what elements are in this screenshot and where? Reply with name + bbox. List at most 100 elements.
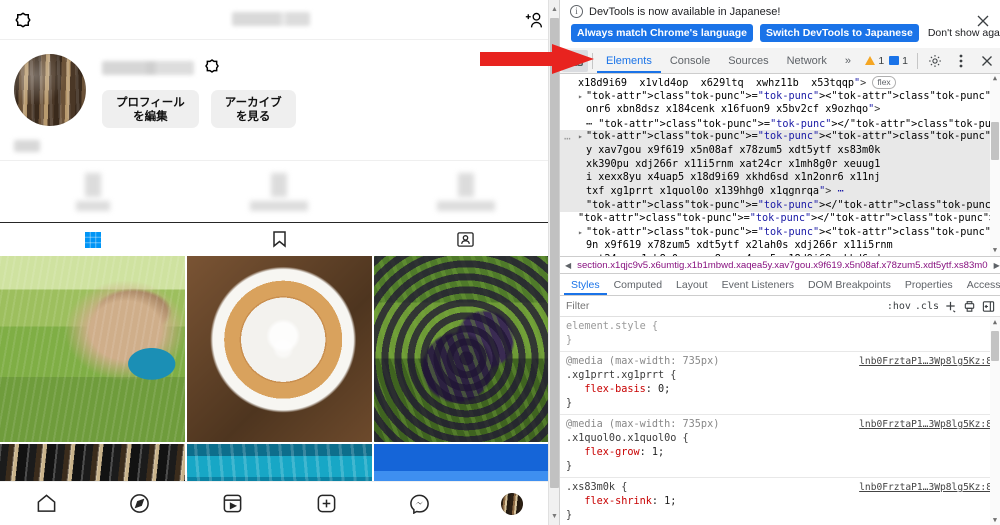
styles-scrollbar-thumb[interactable] — [991, 331, 999, 361]
gear-icon[interactable] — [922, 50, 948, 72]
stylesheet-source-link[interactable]: lnb0FrztaP1…3Wp8lg5Kz:8 — [859, 418, 992, 432]
css-selector[interactable]: .x1quol0o.x1quol0o { — [566, 432, 994, 446]
always-match-language-button[interactable]: Always match Chrome's language — [571, 24, 753, 42]
post-latte[interactable] — [187, 256, 372, 442]
dom-node-line[interactable]: ▸ "tok-attr">class"tok-punc">="tok-punc">… — [560, 130, 1000, 144]
tree-scrollbar-thumb[interactable] — [991, 122, 999, 160]
dom-node-line[interactable]: y xav7gou x9f619 x5n08af x78zum5 xdt5ytf… — [560, 143, 1000, 158]
nav-create[interactable] — [280, 493, 373, 514]
tab-event-listeners[interactable]: Event Listeners — [715, 274, 801, 295]
plus-square-icon — [317, 494, 335, 513]
tab-properties[interactable]: Properties — [898, 274, 960, 295]
banner-close-icon[interactable] — [976, 14, 992, 30]
css-rule[interactable]: lnb0FrztaP1…3Wp8lg5Kz:8 @media (max-width… — [560, 352, 1000, 415]
stylesheet-source-link[interactable]: lnb0FrztaP1…3Wp8lg5Kz:8 — [859, 481, 992, 495]
post-grid — [0, 256, 559, 504]
message-badge[interactable]: 1 — [889, 55, 908, 67]
nav-profile[interactable] — [466, 492, 559, 515]
expand-triangle-icon[interactable]: ▸ — [578, 130, 586, 144]
tab-accessibility[interactable]: Accessibility — [960, 274, 1000, 295]
styles-scrollbar[interactable]: ▲ ▼ — [990, 317, 1000, 525]
add-person-icon[interactable] — [523, 11, 545, 29]
css-declaration[interactable]: flex-shrink: 1; — [566, 495, 994, 509]
dom-node-line[interactable]: ▸ "tok-attr">class"tok-punc">="tok-punc">… — [560, 226, 1000, 240]
saved-tab[interactable] — [186, 223, 372, 256]
threads-icon[interactable] — [204, 58, 220, 79]
styles-scroll-up[interactable]: ▲ — [990, 317, 1000, 327]
tab-layout[interactable]: Layout — [669, 274, 715, 295]
breadcrumb-right-arrow[interactable]: ▶ — [994, 261, 1000, 270]
grid-tab[interactable] — [0, 223, 186, 256]
post-grapes[interactable] — [374, 256, 559, 442]
tagged-tab[interactable] — [373, 223, 559, 256]
more-tabs-overflow[interactable]: » — [836, 48, 860, 73]
css-rule[interactable]: lnb0FrztaP1…3Wp8lg5Kz:8 .xs83m0k { flex-s… — [560, 478, 1000, 525]
scroll-up-arrow[interactable]: ▲ — [549, 2, 559, 16]
elements-tree-scrollbar[interactable]: ▲ ▼ — [990, 74, 1000, 256]
profile-avatar[interactable] — [14, 54, 86, 126]
stat-followers[interactable] — [186, 161, 372, 222]
stat-posts[interactable] — [0, 161, 186, 222]
warning-badge[interactable]: 1 — [865, 55, 884, 67]
dom-node-line[interactable]: 9n x9f619 x78zum5 xdt5ytf x2lah0s xdj266… — [560, 239, 1000, 253]
hov-toggle[interactable]: :hov — [887, 301, 911, 312]
stylesheet-source-link[interactable]: lnb0FrztaP1…3Wp8lg5Kz:8 — [859, 355, 992, 369]
expand-triangle-icon[interactable]: ▸ — [578, 90, 586, 104]
close-devtools-icon[interactable] — [974, 50, 1000, 72]
cls-toggle[interactable]: .cls — [915, 301, 939, 312]
expand-triangle-icon[interactable]: ▸ — [578, 226, 586, 240]
nav-reels[interactable] — [186, 493, 279, 514]
dom-node-line[interactable]: "tok-attr">class"tok-punc">="tok-punc"><… — [560, 198, 1000, 212]
css-rule[interactable]: element.style {} — [560, 317, 1000, 352]
flex-badge[interactable]: flex — [872, 76, 896, 89]
view-archive-button[interactable]: アーカイブ を見る — [210, 90, 296, 128]
page-scrollbar[interactable]: ▲ ▼ — [548, 0, 559, 525]
css-declaration[interactable]: flex-basis: 0; — [566, 383, 994, 397]
tree-scroll-down[interactable]: ▼ — [990, 246, 1000, 256]
switch-to-japanese-button[interactable]: Switch DevTools to Japanese — [759, 24, 919, 42]
elements-tree[interactable]: x18d9i69 x1vld4op x629ltq xwhz11b x53tqq… — [560, 74, 1000, 256]
breadcrumb-left-arrow[interactable]: ◀ — [565, 261, 571, 270]
nav-home[interactable] — [0, 493, 93, 514]
kebab-menu-icon[interactable] — [948, 50, 974, 72]
styles-rules-pane[interactable]: element.style {} lnb0FrztaP1…3Wp8lg5Kz:8 @… — [560, 317, 1000, 525]
css-selector[interactable]: .xg1prrt.xg1prrt { — [566, 369, 994, 383]
dom-node-line[interactable]: xat24cr x1mh8g0r xexx8yu x4uap5 x18d9i69… — [560, 253, 1000, 256]
threads-icon[interactable] — [14, 11, 32, 29]
plus-icon[interactable] — [943, 299, 958, 314]
dom-node-line[interactable]: txf xg1prrt x1quol0o x139hhg0 x1qgnrqa">… — [560, 184, 1000, 199]
dom-node-line[interactable]: onr6 xbn8dsz x184cenk x16fuon9 x5bv2cf x… — [560, 103, 1000, 117]
tab-console[interactable]: Console — [661, 48, 719, 73]
dom-node-line[interactable]: ⋯ "tok-attr">class"tok-punc">="tok-punc"… — [560, 117, 1000, 131]
dom-node-line[interactable]: ▸ "tok-attr">class"tok-punc">="tok-punc">… — [560, 90, 1000, 104]
post-dog[interactable] — [0, 256, 185, 442]
devtools-toolbar: Elements Console Sources Network » 1 1 — [560, 48, 1000, 74]
css-declaration[interactable]: flex-grow: 1; — [566, 446, 994, 460]
stat-following[interactable] — [373, 161, 559, 222]
tab-computed[interactable]: Computed — [607, 274, 669, 295]
edit-profile-button[interactable]: プロフィール を編集 — [102, 90, 199, 128]
tab-elements[interactable]: Elements — [597, 48, 661, 73]
breadcrumb[interactable]: ◀ section.x1qjc9v5.x6umtig.x1b1mbwd.xaqe… — [560, 256, 1000, 274]
styles-filter-input[interactable] — [566, 300, 883, 312]
dom-node-line[interactable]: xk390pu xdj266r x11i5rnm xat24cr x1mh8g0… — [560, 157, 1000, 172]
scroll-down-arrow[interactable]: ▼ — [549, 509, 559, 523]
dom-node-line[interactable]: "tok-attr">class"tok-punc">="tok-punc"><… — [560, 212, 1000, 226]
tab-network[interactable]: Network — [778, 48, 836, 73]
nav-explore[interactable] — [93, 493, 186, 514]
computed-sidebar-icon[interactable] — [981, 299, 996, 314]
nav-messages[interactable] — [373, 493, 466, 514]
warning-triangle-icon — [865, 56, 876, 65]
css-selector[interactable]: element.style { — [566, 320, 994, 334]
css-rule[interactable]: lnb0FrztaP1…3Wp8lg5Kz:8 @media (max-width… — [560, 415, 1000, 478]
tree-scroll-up[interactable]: ▲ — [990, 74, 1000, 84]
print-media-icon[interactable] — [962, 299, 977, 314]
styles-scroll-down[interactable]: ▼ — [990, 515, 1000, 525]
dom-node-line[interactable]: i xexx8yu x4uap5 x18d9i69 xkhd6sd x1n2on… — [560, 171, 1000, 185]
tab-dom-breakpoints[interactable]: DOM Breakpoints — [801, 274, 898, 295]
scrollbar-thumb[interactable] — [550, 18, 559, 488]
reels-icon — [224, 494, 242, 513]
dom-node-line[interactable]: x18d9i69 x1vld4op x629ltq xwhz11b x53tqq… — [560, 76, 1000, 90]
tab-styles[interactable]: Styles — [564, 274, 607, 295]
tab-sources[interactable]: Sources — [719, 48, 777, 73]
